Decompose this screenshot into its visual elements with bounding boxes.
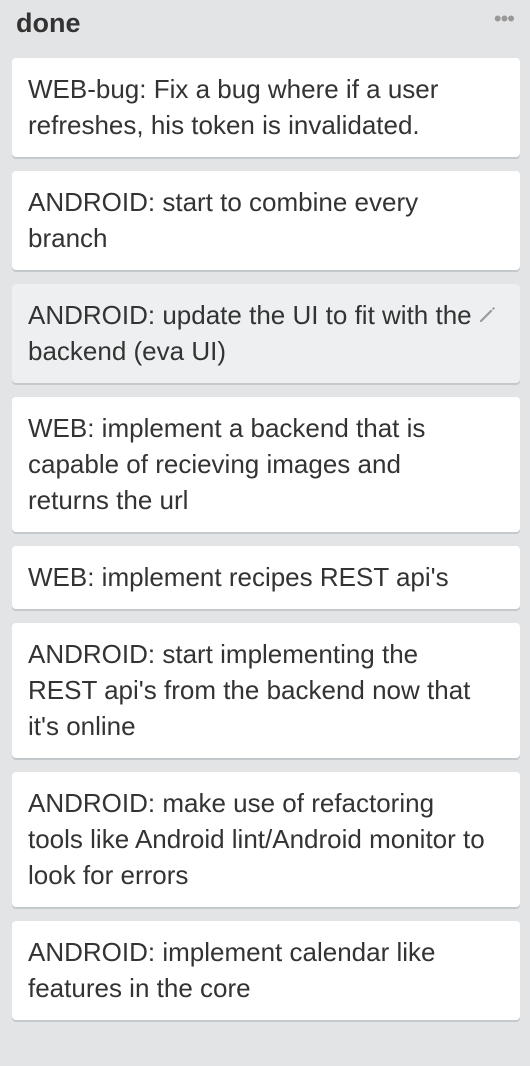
- card-title: ANDROID: start implementing the REST api…: [28, 639, 471, 741]
- ellipsis-icon[interactable]: •••: [494, 8, 515, 30]
- list-column: done ••• WEB-bug: Fix a bug where if a u…: [0, 0, 530, 1066]
- card[interactable]: ANDROID: start implementing the REST api…: [12, 623, 520, 758]
- card[interactable]: ANDROID: start to combine every branch: [12, 171, 520, 270]
- card-title: WEB: implement a backend that is capable…: [28, 413, 426, 515]
- list-header: done •••: [0, 0, 530, 50]
- card-title: WEB-bug: Fix a bug where if a user refre…: [28, 74, 439, 140]
- pencil-icon[interactable]: [476, 302, 500, 326]
- list-title[interactable]: done: [16, 8, 81, 39]
- card-title: ANDROID: start to combine every branch: [28, 187, 419, 253]
- card[interactable]: WEB: implement recipes REST api's: [12, 546, 520, 609]
- card[interactable]: ANDROID: make use of refactoring tools l…: [12, 772, 520, 907]
- card[interactable]: ANDROID: implement calendar like feature…: [12, 921, 520, 1020]
- card-title: ANDROID: update the UI to fit with the b…: [28, 300, 472, 366]
- card[interactable]: WEB-bug: Fix a bug where if a user refre…: [12, 58, 520, 157]
- card-title: ANDROID: make use of refactoring tools l…: [28, 788, 485, 890]
- card[interactable]: ANDROID: update the UI to fit with the b…: [12, 284, 520, 383]
- card-title: WEB: implement recipes REST api's: [28, 562, 449, 592]
- card-list: WEB-bug: Fix a bug where if a user refre…: [12, 58, 520, 1034]
- card-title: ANDROID: implement calendar like feature…: [28, 937, 436, 1003]
- card[interactable]: WEB: implement a backend that is capable…: [12, 397, 520, 532]
